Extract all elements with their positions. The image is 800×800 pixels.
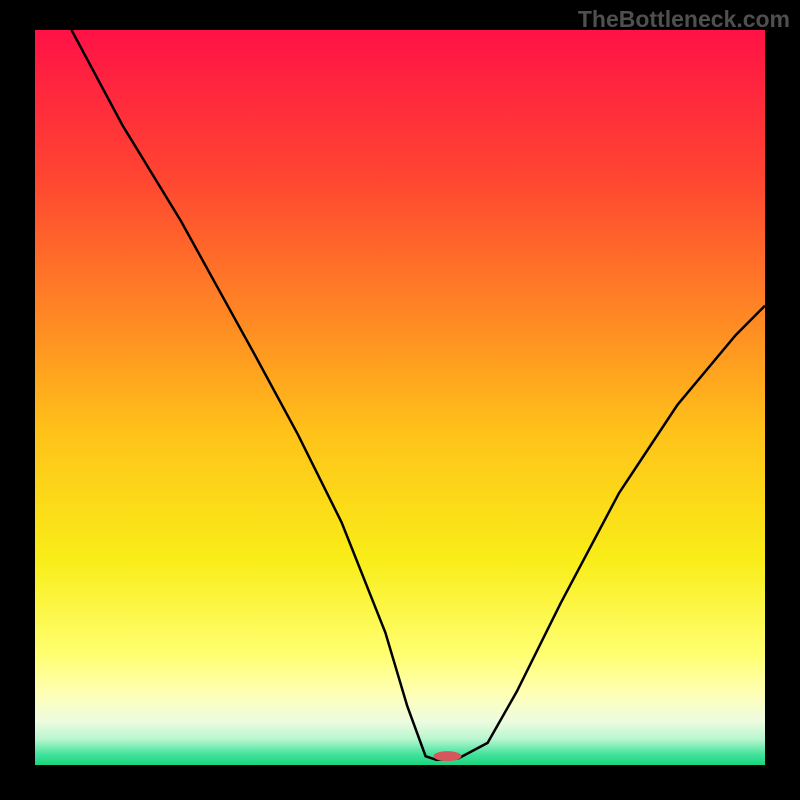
watermark-text: TheBottleneck.com bbox=[578, 6, 790, 33]
plot-background bbox=[35, 30, 765, 765]
chart-svg bbox=[0, 0, 800, 800]
optimal-marker bbox=[433, 751, 461, 761]
chart-container: TheBottleneck.com bbox=[0, 0, 800, 800]
